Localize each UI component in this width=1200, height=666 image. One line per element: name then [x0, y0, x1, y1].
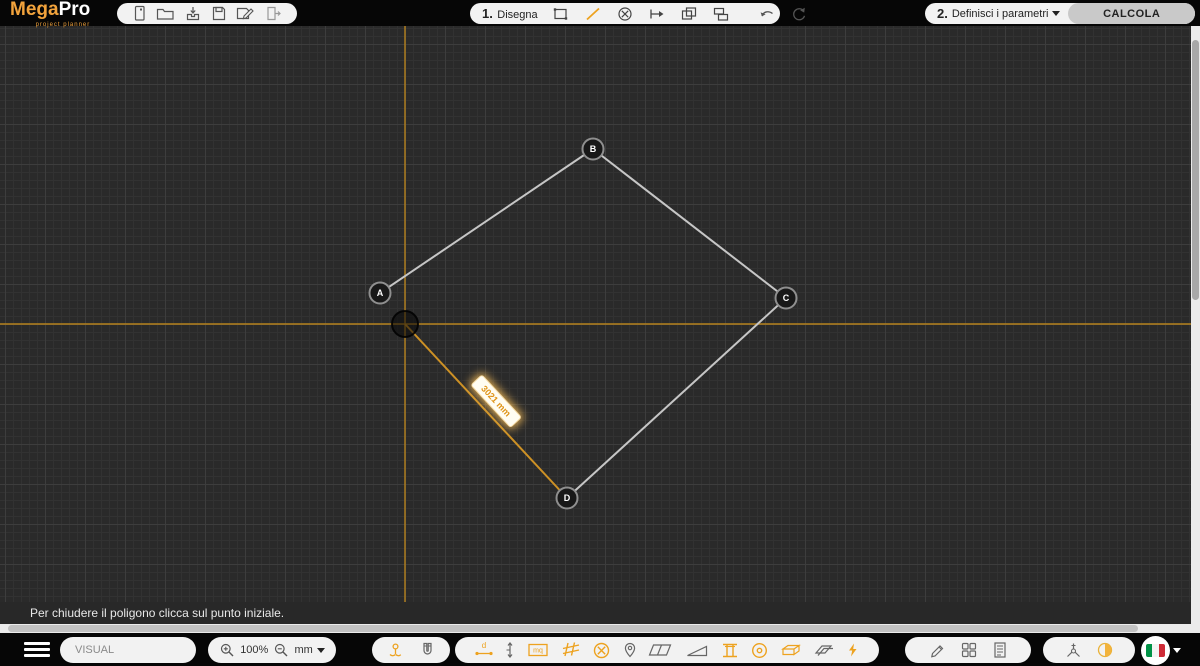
copy-overlap-tool-icon[interactable] [680, 5, 698, 23]
visual-input[interactable] [75, 644, 185, 656]
svg-text:D: D [564, 493, 571, 503]
axis-3d-icon[interactable] [1064, 641, 1083, 660]
chevron-down-icon [1173, 648, 1181, 653]
file-toolbar [117, 3, 297, 24]
exit-icon[interactable] [265, 5, 282, 22]
draw-toolbar-label: 1. Disegna [482, 5, 538, 23]
save-icon[interactable] [211, 5, 227, 22]
extend-arrow-tool-icon[interactable] [648, 5, 666, 23]
rectangle-tool-icon[interactable] [552, 5, 570, 23]
calcola-button[interactable]: CALCOLA [1068, 3, 1195, 24]
chevron-down-icon [1052, 11, 1060, 16]
arrange-rects-tool-icon[interactable] [712, 5, 730, 23]
area-mq-icon[interactable]: mq [527, 641, 549, 659]
location-pin-icon[interactable] [622, 641, 638, 659]
menu-icon[interactable] [24, 642, 50, 660]
bottom-bar: 100% mm d mq [0, 633, 1200, 666]
grid-panels-icon[interactable] [960, 641, 978, 659]
snap-controls [372, 637, 450, 663]
circle-cross-tool-icon[interactable] [616, 5, 634, 23]
open-folder-icon[interactable] [156, 5, 175, 22]
contrast-icon[interactable] [1096, 641, 1114, 659]
svg-text:B: B [590, 144, 597, 154]
vertical-dimension-icon[interactable] [504, 641, 516, 659]
unit-value: mm [295, 644, 313, 656]
horizontal-scrollbar-thumb[interactable] [8, 625, 1138, 632]
horizontal-dimension-icon[interactable]: d [474, 641, 494, 659]
status-bar: Per chiudere il poligono clicca sul punt… [0, 602, 1200, 624]
line-tool-icon[interactable] [584, 5, 602, 23]
vertical-scrollbar-thumb[interactable] [1192, 40, 1199, 300]
new-file-icon[interactable] [132, 5, 147, 22]
undo-icon[interactable] [758, 5, 776, 23]
draw-toolbar: 1. Disegna [470, 3, 780, 24]
parameters-control: 2. Definisci i parametri CALCOLA [925, 3, 1195, 24]
zoom-out-icon[interactable] [273, 642, 289, 658]
save-as-icon[interactable] [236, 5, 255, 22]
document-tools [905, 637, 1031, 663]
svg-text:d: d [481, 641, 485, 650]
status-message: Per chiudere il poligono clicca sul punt… [30, 606, 284, 620]
italian-flag-icon [1146, 644, 1165, 657]
hatch-icon[interactable] [560, 641, 582, 659]
language-selector[interactable] [1141, 636, 1181, 665]
layers-sheets-icon[interactable] [813, 641, 835, 659]
zoom-controls: 100% mm [208, 637, 336, 663]
redo-refresh-icon[interactable] [790, 5, 808, 23]
parallelogram-split-icon[interactable] [648, 641, 674, 659]
report-document-icon[interactable] [992, 641, 1008, 659]
snap-point-icon[interactable] [386, 641, 405, 660]
vertical-scrollbar[interactable] [1191, 26, 1200, 624]
circle-cross-icon[interactable] [592, 641, 611, 660]
brick-3d-icon[interactable] [780, 641, 802, 659]
top-bar: MegaPro project planner 1. Disegna [0, 0, 1200, 26]
drawing-canvas[interactable]: ABCD 3021 mm [0, 26, 1200, 602]
unit-dropdown[interactable]: mm [295, 644, 325, 656]
svg-text:C: C [783, 293, 790, 303]
svg-text:mq: mq [533, 648, 543, 655]
import-icon[interactable] [185, 5, 201, 22]
zoom-level: 100% [240, 644, 268, 656]
donut-icon[interactable] [750, 641, 769, 660]
pencil-icon[interactable] [929, 641, 947, 659]
flag-circle [1141, 636, 1170, 665]
polygon-drawing: A B C D [0, 26, 1200, 602]
step2-label: Definisci i parametri [952, 8, 1049, 20]
step1-label: Disegna [497, 9, 537, 21]
visual-field-pill [60, 637, 196, 663]
magnet-icon[interactable] [419, 641, 436, 659]
chevron-down-icon [317, 648, 325, 653]
step1-number: 1. [482, 6, 493, 21]
define-parameters-dropdown[interactable]: 2. Definisci i parametri [925, 6, 1068, 21]
zoom-in-icon[interactable] [219, 642, 235, 658]
slope-triangle-icon[interactable] [685, 641, 709, 659]
measure-tools-toolbar: d mq [455, 637, 879, 663]
app-logo: MegaPro project planner [10, 1, 90, 34]
lightning-bolt-icon[interactable] [845, 641, 860, 659]
horizontal-scrollbar[interactable] [0, 624, 1200, 633]
column-section-icon[interactable] [720, 641, 740, 660]
view-tools [1043, 637, 1135, 663]
svg-text:A: A [377, 288, 384, 298]
step2-number: 2. [937, 6, 948, 21]
